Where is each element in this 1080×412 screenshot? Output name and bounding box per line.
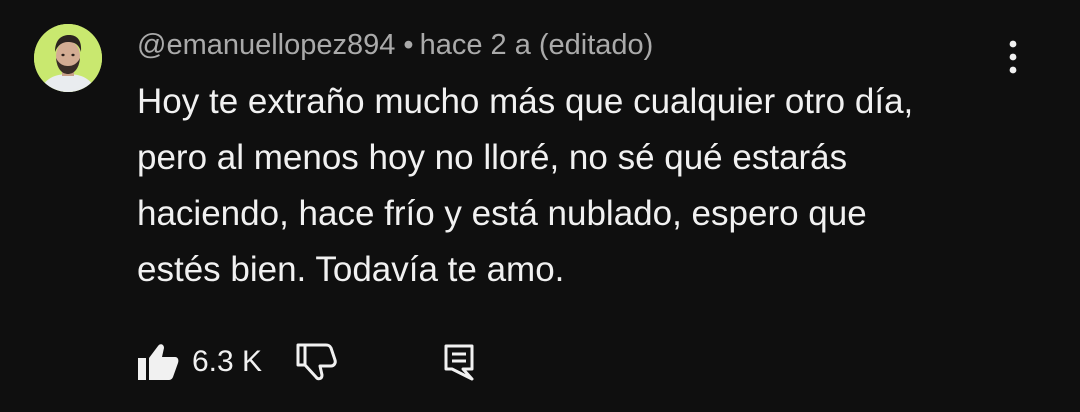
comment-text: Hoy te extraño mucho más que cualquier o…: [137, 82, 914, 289]
thumbs-down-outline-icon: [296, 343, 337, 381]
author-handle[interactable]: @emanuellopez894: [137, 29, 395, 61]
comment-timestamp[interactable]: hace 2 a (editado): [420, 29, 654, 61]
comment-meta: @emanuellopez894 • hace 2 a (editado): [137, 26, 653, 64]
avatar[interactable]: [34, 24, 102, 92]
avatar-photo: [34, 24, 102, 92]
comment-reply-icon: [444, 344, 474, 381]
like-count: 6.3 K: [192, 345, 263, 378]
comment-thread: @emanuellopez894 • hace 2 a (editado) Hoy …: [0, 0, 1080, 412]
reply-button[interactable]: [441, 342, 477, 382]
meta-separator: •: [403, 29, 414, 61]
dislike-button[interactable]: [295, 342, 337, 382]
like-button[interactable]: [137, 342, 179, 382]
thumbs-up-filled-icon: [138, 344, 179, 380]
